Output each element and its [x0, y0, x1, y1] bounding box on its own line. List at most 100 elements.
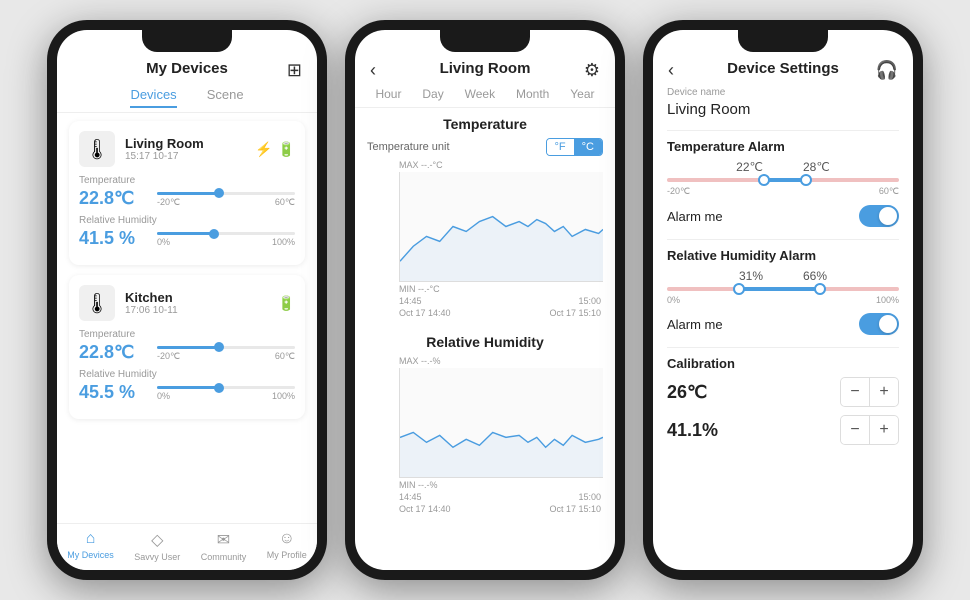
page-title-2: Living Room [440, 60, 531, 77]
device-time-living-room: 15:17 10-17 [125, 151, 204, 162]
device-name-section: Device name Living Room [667, 87, 899, 118]
headphone-icon[interactable]: 🎧 [876, 60, 898, 81]
phone-device-settings: ‹ Device Settings 🎧 Device name Living R… [643, 20, 923, 580]
device-card-living-room[interactable]: 🌡 Living Room 15:17 10-17 ⚡ 🔋 Temp [69, 121, 305, 265]
temp-time-2: 15:00 [578, 296, 601, 306]
temp-unit-label: Temperature unit [367, 141, 450, 153]
nav-community[interactable]: ✉ Community [201, 530, 247, 562]
notch-2 [440, 30, 530, 52]
humidity-label-2: Relative Humidity [79, 369, 295, 380]
device-name-living-room: Living Room [125, 136, 204, 151]
tab-devices[interactable]: Devices [130, 87, 176, 108]
temp-alarm-section: Temperature Alarm 22℃ 28℃ -20℃ 60℃ [667, 139, 899, 227]
temp-chart-section: Temperature Temperature unit °F °C MAX -… [355, 108, 615, 326]
temp-alarm-row: Alarm me [667, 205, 899, 227]
humidity-alarm-track[interactable] [667, 287, 899, 291]
battery-icon-kitchen: 🔋 [278, 295, 295, 312]
tab-year[interactable]: Year [570, 87, 594, 101]
phone-my-devices: My Devices ⊞ Devices Scene 🌡 Living Room [47, 20, 327, 580]
device-name-value: Living Room [667, 101, 899, 118]
bluetooth-icon: ⚡ [255, 141, 272, 158]
device-card-kitchen[interactable]: 🌡 Kitchen 17:06 10-11 🔋 Temperature [69, 275, 305, 419]
battery-icon: 🔋 [278, 141, 295, 158]
humidity-chart-section: Relative Humidity MAX --.-% MIN --.-% 14… [355, 326, 615, 522]
temp-range-min: -20℃ [667, 186, 690, 197]
calibration-humidity-row: 41.1% − + [667, 415, 899, 445]
page-title-3: Device Settings [727, 60, 839, 77]
header-bar-3: ‹ Device Settings 🎧 [653, 52, 913, 81]
tab-hour[interactable]: Hour [375, 87, 401, 101]
temp-date-1: Oct 17 14:40 [399, 308, 451, 318]
bottom-nav: ⌂ My Devices ◇ Savvy User ✉ Community ☺ … [57, 523, 317, 570]
tab-week[interactable]: Week [465, 87, 495, 101]
humidity-chart-title: Relative Humidity [367, 334, 603, 350]
temp-value-2: 22.8℃ [79, 342, 149, 363]
calibration-humidity-stepper[interactable]: − + [840, 415, 899, 445]
temp-alarm-toggle[interactable] [859, 205, 899, 227]
tab-scene[interactable]: Scene [207, 87, 244, 108]
temp-time-1: 14:45 [399, 296, 422, 306]
temp-max-label: MAX --.-°C [399, 160, 603, 170]
back-icon[interactable]: ‹ [370, 60, 376, 81]
nav-savvy-user[interactable]: ◇ Savvy User [134, 530, 180, 562]
temp-slider-1[interactable] [157, 192, 295, 195]
divider-1 [667, 130, 899, 131]
page-title: My Devices [146, 60, 228, 77]
temp-alarm-label: Alarm me [667, 209, 723, 224]
unit-f-btn[interactable]: °F [547, 139, 574, 155]
tab-month[interactable]: Month [516, 87, 549, 101]
back-icon-3[interactable]: ‹ [668, 60, 674, 81]
calibration-temp-stepper[interactable]: − + [840, 377, 899, 407]
temp-alarm-track[interactable] [667, 178, 899, 182]
humidity-increment-btn[interactable]: + [870, 416, 898, 444]
device-icon-kitchen: 🌡 [79, 285, 115, 321]
temp-increment-btn[interactable]: + [870, 378, 898, 406]
add-device-icon[interactable]: ⊞ [287, 60, 302, 81]
temp-range-max: 60℃ [879, 186, 899, 197]
temp-min-1: -20℃ [157, 197, 180, 208]
humidity-max-1: 100% [272, 237, 295, 247]
temp-decrement-btn[interactable]: − [841, 378, 869, 406]
divider-2 [667, 239, 899, 240]
humidity-slider-1[interactable] [157, 232, 295, 235]
humidity-slider-2[interactable] [157, 386, 295, 389]
humidity-toggle-knob [879, 315, 897, 333]
humidity-alarm-row: Alarm me [667, 313, 899, 335]
device-list: 🌡 Living Room 15:17 10-17 ⚡ 🔋 Temp [57, 113, 317, 523]
time-tabs: Hour Day Week Month Year [355, 81, 615, 108]
hum-time-1: 14:45 [399, 492, 422, 502]
humidity-alarm-toggle[interactable] [859, 313, 899, 335]
home-icon: ⌂ [86, 530, 96, 548]
tab-day[interactable]: Day [422, 87, 443, 101]
humidity-max-2: 100% [272, 391, 295, 401]
humidity-value-2: 45.5 % [79, 382, 149, 403]
notch-3 [738, 30, 828, 52]
device-name-kitchen: Kitchen [125, 290, 178, 305]
humidity-decrement-btn[interactable]: − [841, 416, 869, 444]
humidity-low-val: 31% [739, 269, 763, 283]
humidity-range-min: 0% [667, 295, 680, 305]
unit-c-btn[interactable]: °C [574, 139, 602, 155]
nav-my-devices[interactable]: ⌂ My Devices [67, 530, 114, 562]
humidity-high-val: 66% [803, 269, 827, 283]
temp-date-2: Oct 17 15:10 [549, 308, 601, 318]
temp-max-1: 60℃ [275, 197, 295, 208]
temp-low-val: 22℃ [736, 160, 763, 174]
humidity-value-1: 41.5 % [79, 228, 149, 249]
hum-date-1: Oct 17 14:40 [399, 504, 451, 514]
unit-toggle[interactable]: °F °C [546, 138, 603, 156]
temp-min-label: MIN --.-°C [399, 284, 603, 294]
header-bar: My Devices ⊞ [57, 52, 317, 81]
temp-toggle-knob [879, 207, 897, 225]
temp-slider-2[interactable] [157, 346, 295, 349]
phone-living-room: ‹ Living Room ⚙ Hour Day Week Month Year… [345, 20, 625, 580]
calibration-humidity-value: 41.1% [667, 420, 718, 441]
calibration-temp-value: 26℃ [667, 382, 707, 403]
nav-my-profile[interactable]: ☺ My Profile [267, 530, 307, 562]
humidity-alarm-title: Relative Humidity Alarm [667, 248, 899, 263]
diamond-icon: ◇ [151, 530, 163, 550]
divider-3 [667, 347, 899, 348]
temp-alarm-edge-labels: -20℃ 60℃ [667, 186, 899, 197]
humidity-min-2: 0% [157, 391, 170, 401]
settings-icon[interactable]: ⚙ [584, 60, 600, 81]
